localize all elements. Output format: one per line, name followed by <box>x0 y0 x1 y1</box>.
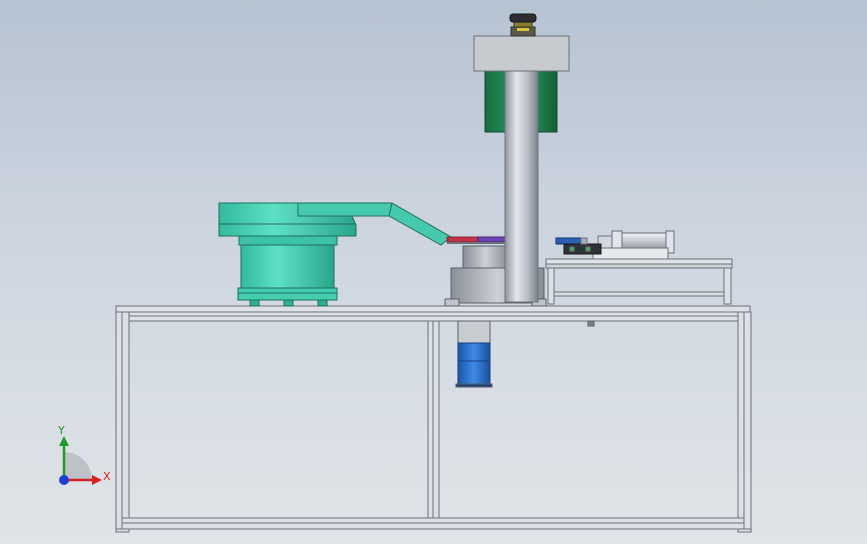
frame-top-plate[interactable] <box>115 305 751 313</box>
pusher-station[interactable] <box>545 230 733 305</box>
x-axis-label: X <box>103 470 111 483</box>
coordinate-triad <box>59 436 102 485</box>
top-housing[interactable] <box>473 35 570 72</box>
bowl-drive-base[interactable] <box>240 244 335 289</box>
column-tube[interactable] <box>504 69 539 303</box>
air-cylinder[interactable] <box>619 232 669 251</box>
bowl-body-ring[interactable] <box>238 235 338 246</box>
servo-motor[interactable] <box>455 320 595 388</box>
bowl-feeder[interactable] <box>218 202 452 307</box>
assembly-model[interactable] <box>0 0 867 544</box>
y-axis-label: Y <box>58 424 65 437</box>
linear-track[interactable] <box>446 236 506 244</box>
cad-viewport[interactable]: X Y <box>0 0 867 544</box>
machine-frame[interactable] <box>115 305 752 533</box>
